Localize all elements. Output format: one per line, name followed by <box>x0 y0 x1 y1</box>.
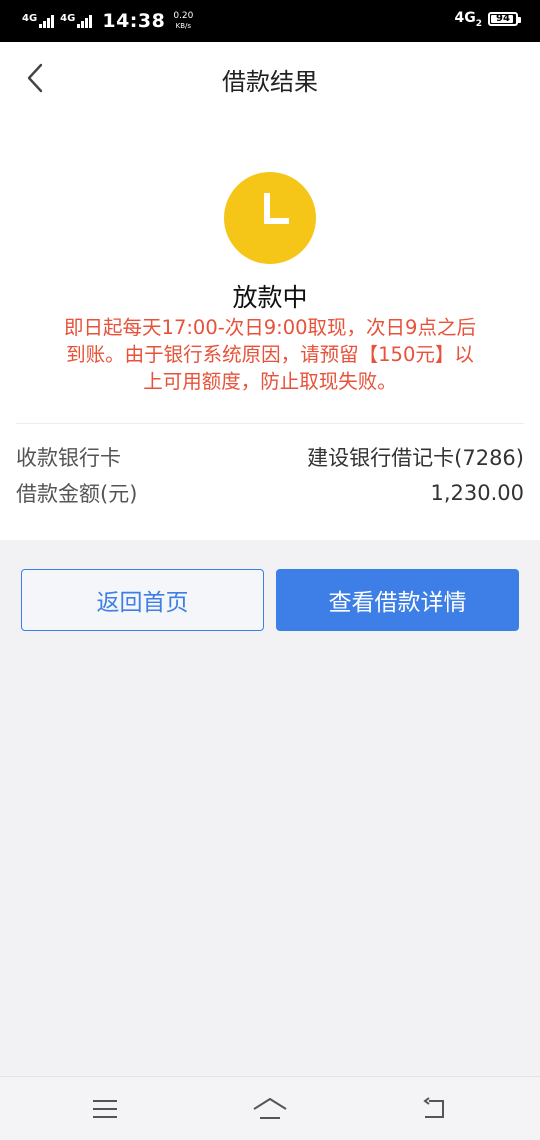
clock-icon <box>224 172 316 264</box>
menu-icon <box>93 1100 117 1118</box>
speed-unit: KB/s <box>175 22 192 30</box>
network-type-2: 4G <box>60 13 76 24</box>
bank-card-row: 收款银行卡 建设银行借记卡(7286) <box>16 440 524 474</box>
page-title: 借款结果 <box>222 68 318 96</box>
notice-line: 到账。由于银行系统原因，请预留【150元】以 <box>66 343 474 366</box>
network-speed: 0.20 KB/s <box>173 11 193 31</box>
status-title: 放款中 <box>232 283 308 312</box>
result-card: 借款结果 放款中 即日起每天17:00-次日9:00取现，次日9点之后 到账。由… <box>0 42 540 540</box>
bank-card-label: 收款银行卡 <box>16 446 121 470</box>
loan-amount-row: 借款金额(元) 1,230.00 <box>16 476 524 510</box>
network-type-right: 4G2 <box>455 10 483 29</box>
signal-bars-icon <box>39 14 55 28</box>
nav-menu-button[interactable] <box>85 1095 125 1123</box>
view-loan-details-button[interactable]: 查看借款详情 <box>276 569 519 631</box>
divider <box>16 423 524 424</box>
signal-bars-icon <box>77 14 93 28</box>
speed-value: 0.20 <box>173 11 194 21</box>
return-home-button[interactable]: 返回首页 <box>21 569 264 631</box>
network-type-1: 4G <box>22 13 38 24</box>
notice-line: 上可用额度，防止取现失败。 <box>143 370 397 393</box>
nav-home-button[interactable] <box>250 1095 290 1123</box>
status-right: 4G2 94 <box>455 10 521 29</box>
system-nav-bar <box>0 1076 540 1140</box>
signal-2: 4G <box>60 13 93 28</box>
home-icon <box>253 1098 287 1119</box>
status-bar: 4G 4G 14:38 0.20 KB/s 4G2 94 <box>0 0 540 42</box>
battery-level: 94 <box>496 13 510 25</box>
status-left: 4G 4G 14:38 0.20 KB/s <box>22 8 193 34</box>
notice-text: 即日起每天17:00-次日9:00取现，次日9点之后 到账。由于银行系统原因，请… <box>18 314 522 395</box>
clock-time: 14:38 <box>102 10 166 32</box>
signal-1: 4G <box>22 13 55 28</box>
back-icon <box>423 1097 444 1118</box>
network-right-sub: 2 <box>475 18 482 29</box>
network-right-label: 4G <box>454 10 476 26</box>
battery-icon: 94 <box>488 12 521 27</box>
loan-amount-label: 借款金额(元) <box>16 482 138 506</box>
notice-line: 即日起每天17:00-次日9:00取现，次日9点之后 <box>64 316 476 339</box>
bank-card-value: 建设银行借记卡(7286) <box>307 446 524 470</box>
nav-back-button[interactable] <box>414 1095 454 1123</box>
loan-amount-value: 1,230.00 <box>430 481 524 505</box>
